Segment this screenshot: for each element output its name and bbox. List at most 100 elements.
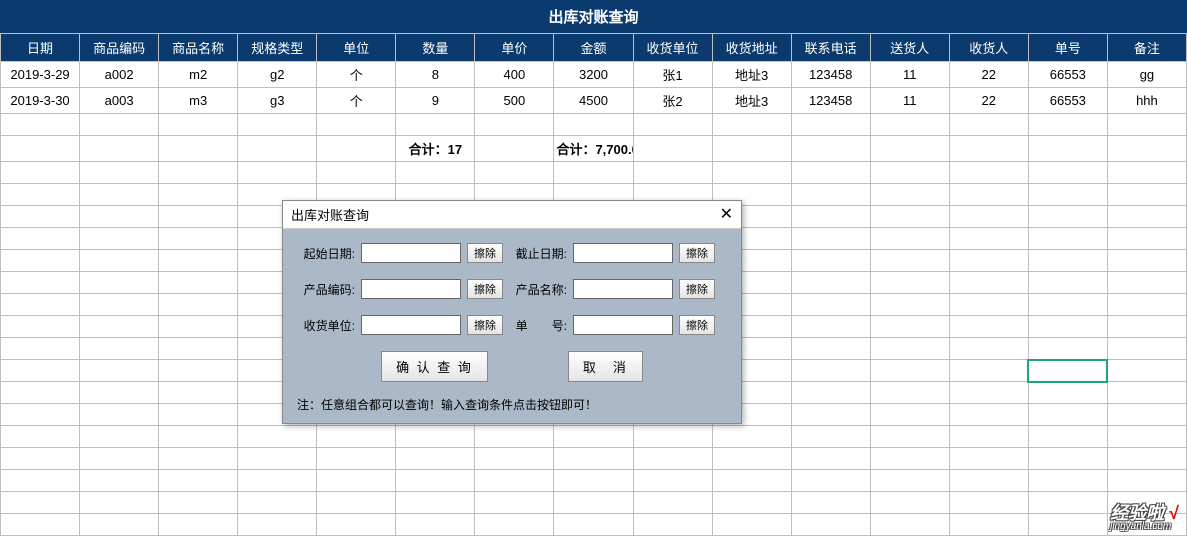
table-cell[interactable]: 合计：7,700.00	[554, 136, 633, 162]
table-cell[interactable]	[80, 294, 159, 316]
table-cell[interactable]	[870, 272, 949, 294]
table-cell[interactable]	[238, 426, 317, 448]
table-cell[interactable]	[791, 426, 870, 448]
table-cell[interactable]	[633, 470, 712, 492]
table-cell[interactable]	[712, 448, 791, 470]
table-cell[interactable]	[1107, 360, 1186, 382]
table-cell[interactable]	[949, 272, 1028, 294]
table-cell[interactable]	[1, 404, 80, 426]
table-cell[interactable]	[80, 250, 159, 272]
table-cell[interactable]	[870, 250, 949, 272]
table-cell[interactable]	[80, 360, 159, 382]
table-cell[interactable]	[396, 448, 475, 470]
table-cell[interactable]	[1107, 404, 1186, 426]
end-date-input[interactable]	[573, 243, 673, 263]
table-cell[interactable]: g3	[238, 88, 317, 114]
table-cell[interactable]	[712, 162, 791, 184]
table-cell[interactable]	[80, 184, 159, 206]
table-cell[interactable]	[159, 514, 238, 536]
table-cell[interactable]	[396, 492, 475, 514]
table-cell[interactable]: a003	[80, 88, 159, 114]
product-name-input[interactable]	[573, 279, 673, 299]
table-cell[interactable]	[1107, 338, 1186, 360]
table-cell[interactable]	[791, 382, 870, 404]
table-cell[interactable]	[159, 206, 238, 228]
table-cell[interactable]	[1107, 250, 1186, 272]
table-cell[interactable]	[80, 448, 159, 470]
table-cell[interactable]: gg	[1107, 62, 1186, 88]
table-cell[interactable]	[554, 426, 633, 448]
table-cell[interactable]	[633, 448, 712, 470]
table-cell[interactable]	[870, 228, 949, 250]
table-cell[interactable]	[633, 426, 712, 448]
table-cell[interactable]	[949, 382, 1028, 404]
table-cell[interactable]	[80, 382, 159, 404]
table-cell[interactable]	[1028, 338, 1107, 360]
table-cell[interactable]: 2019-3-29	[1, 62, 80, 88]
clear-product-code-button[interactable]: 擦除	[467, 279, 503, 299]
table-cell[interactable]	[1, 228, 80, 250]
table-cell[interactable]	[1107, 206, 1186, 228]
table-cell[interactable]	[1107, 136, 1186, 162]
table-cell[interactable]: 2019-3-30	[1, 88, 80, 114]
table-cell[interactable]	[712, 136, 791, 162]
table-cell[interactable]	[633, 514, 712, 536]
table-cell[interactable]	[791, 272, 870, 294]
table-cell[interactable]	[1, 316, 80, 338]
table-cell[interactable]	[949, 294, 1028, 316]
table-cell[interactable]	[554, 470, 633, 492]
table-cell[interactable]	[396, 114, 475, 136]
table-cell[interactable]	[80, 492, 159, 514]
table-cell[interactable]	[1, 114, 80, 136]
table-cell[interactable]	[554, 448, 633, 470]
table-cell[interactable]	[949, 470, 1028, 492]
table-cell[interactable]: 11	[870, 88, 949, 114]
table-cell[interactable]	[633, 162, 712, 184]
table-cell[interactable]: hhh	[1107, 88, 1186, 114]
table-cell[interactable]	[1, 294, 80, 316]
table-cell[interactable]	[317, 426, 396, 448]
table-cell[interactable]	[1, 382, 80, 404]
table-cell[interactable]	[1028, 228, 1107, 250]
table-cell[interactable]	[1028, 492, 1107, 514]
table-cell[interactable]	[712, 514, 791, 536]
table-cell[interactable]	[475, 514, 554, 536]
table-cell[interactable]	[949, 206, 1028, 228]
table-cell[interactable]	[791, 514, 870, 536]
table-cell[interactable]	[317, 470, 396, 492]
table-cell[interactable]	[80, 316, 159, 338]
table-cell[interactable]	[1028, 206, 1107, 228]
table-cell[interactable]: 400	[475, 62, 554, 88]
table-cell[interactable]	[949, 316, 1028, 338]
table-cell[interactable]	[159, 448, 238, 470]
table-cell[interactable]	[949, 162, 1028, 184]
table-cell[interactable]	[1107, 184, 1186, 206]
table-cell[interactable]	[791, 228, 870, 250]
table-cell[interactable]	[1, 206, 80, 228]
table-cell[interactable]	[1, 184, 80, 206]
table-cell[interactable]	[1028, 470, 1107, 492]
table-cell[interactable]	[475, 162, 554, 184]
table-cell[interactable]	[159, 360, 238, 382]
table-cell[interactable]	[791, 492, 870, 514]
table-cell[interactable]	[949, 360, 1028, 382]
table-cell[interactable]	[80, 162, 159, 184]
table-cell[interactable]	[396, 162, 475, 184]
table-cell[interactable]	[1028, 184, 1107, 206]
table-cell[interactable]: 合计：17	[396, 136, 475, 162]
table-cell[interactable]	[80, 470, 159, 492]
table-cell[interactable]	[1028, 294, 1107, 316]
recv-unit-input[interactable]	[361, 315, 461, 335]
table-cell[interactable]: 11	[870, 62, 949, 88]
table-cell[interactable]	[949, 250, 1028, 272]
table-cell[interactable]	[1028, 316, 1107, 338]
table-cell[interactable]	[159, 228, 238, 250]
table-cell[interactable]	[1028, 404, 1107, 426]
table-cell[interactable]	[396, 470, 475, 492]
table-cell[interactable]	[159, 404, 238, 426]
table-cell[interactable]	[1, 514, 80, 536]
table-cell[interactable]	[949, 228, 1028, 250]
table-cell[interactable]	[1028, 136, 1107, 162]
clear-start-date-button[interactable]: 擦除	[467, 243, 503, 263]
table-cell[interactable]	[949, 184, 1028, 206]
